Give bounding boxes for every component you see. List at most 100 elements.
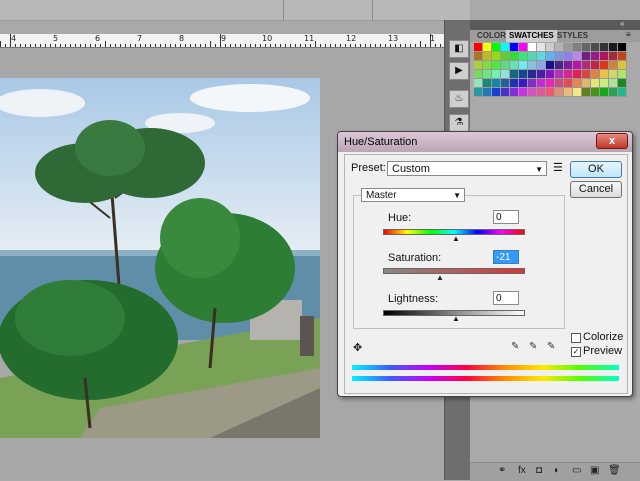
swatch[interactable]: [501, 79, 510, 88]
swatch[interactable]: [573, 70, 582, 79]
tab-swatches[interactable]: SWATCHES: [506, 30, 557, 42]
swatch[interactable]: [492, 88, 501, 97]
swatch[interactable]: [483, 43, 492, 52]
tab-color[interactable]: COLOR: [474, 30, 509, 42]
swatch[interactable]: [582, 43, 591, 52]
swatch[interactable]: [564, 70, 573, 79]
swatch[interactable]: [618, 79, 627, 88]
swatch[interactable]: [591, 88, 600, 97]
adjustment-icon[interactable]: ◐: [554, 465, 560, 476]
swatch[interactable]: [582, 70, 591, 79]
swatch[interactable]: [582, 79, 591, 88]
swatch[interactable]: [600, 52, 609, 61]
swatch[interactable]: [474, 52, 483, 61]
saturation-slider-thumb[interactable]: ▲: [436, 273, 444, 282]
swatch[interactable]: [564, 52, 573, 61]
swatch[interactable]: [528, 52, 537, 61]
swatch[interactable]: [591, 79, 600, 88]
tab-styles[interactable]: STYLES: [554, 30, 591, 42]
swatch[interactable]: [546, 70, 555, 79]
swatch[interactable]: [519, 61, 528, 70]
swatch[interactable]: [546, 88, 555, 97]
swatch[interactable]: [483, 61, 492, 70]
swatch[interactable]: [501, 70, 510, 79]
swatch[interactable]: [510, 79, 519, 88]
swatch[interactable]: [600, 43, 609, 52]
clone-source-icon[interactable]: ⚗: [449, 114, 469, 132]
swatch[interactable]: [618, 88, 627, 97]
history-icon[interactable]: ◧: [449, 40, 469, 58]
brush-preset-icon[interactable]: ♨: [449, 90, 469, 108]
hue-input[interactable]: 0: [493, 210, 519, 224]
swatch[interactable]: [483, 70, 492, 79]
swatch[interactable]: [537, 52, 546, 61]
swatch[interactable]: [591, 43, 600, 52]
swatch[interactable]: [492, 43, 501, 52]
swatch[interactable]: [474, 70, 483, 79]
swatch[interactable]: [537, 79, 546, 88]
swatch[interactable]: [555, 52, 564, 61]
swatch[interactable]: [492, 70, 501, 79]
swatch[interactable]: [618, 61, 627, 70]
preset-options-icon[interactable]: ☰: [553, 161, 563, 174]
actions-icon[interactable]: ▶: [449, 62, 469, 80]
eyedropper-icon[interactable]: ✎: [511, 341, 519, 352]
swatch[interactable]: [609, 61, 618, 70]
swatch[interactable]: [591, 52, 600, 61]
targeted-adjustment-icon[interactable]: ✥: [353, 341, 362, 354]
swatch[interactable]: [564, 88, 573, 97]
mask-icon[interactable]: ◘: [536, 465, 542, 476]
panel-menu-icon[interactable]: ≡: [626, 30, 631, 39]
swatch[interactable]: [618, 70, 627, 79]
collapse-icon[interactable]: «: [620, 19, 624, 28]
swatch[interactable]: [609, 79, 618, 88]
swatch[interactable]: [528, 61, 537, 70]
swatch[interactable]: [510, 61, 519, 70]
trash-icon[interactable]: 🗑: [608, 465, 621, 476]
eyedropper-minus-icon[interactable]: ✎: [547, 341, 555, 352]
swatch[interactable]: [546, 61, 555, 70]
swatch[interactable]: [582, 88, 591, 97]
swatch[interactable]: [519, 79, 528, 88]
swatch[interactable]: [537, 43, 546, 52]
swatch[interactable]: [519, 88, 528, 97]
swatch[interactable]: [555, 88, 564, 97]
fx-icon[interactable]: fx: [518, 465, 526, 476]
swatch[interactable]: [492, 61, 501, 70]
swatch[interactable]: [546, 79, 555, 88]
swatch[interactable]: [537, 70, 546, 79]
swatch[interactable]: [528, 70, 537, 79]
swatch[interactable]: [528, 43, 537, 52]
lightness-input[interactable]: 0: [493, 291, 519, 305]
swatch[interactable]: [546, 43, 555, 52]
swatch[interactable]: [474, 43, 483, 52]
swatch[interactable]: [573, 52, 582, 61]
swatch[interactable]: [573, 61, 582, 70]
swatch[interactable]: [510, 88, 519, 97]
swatch[interactable]: [474, 61, 483, 70]
swatch[interactable]: [555, 70, 564, 79]
swatch[interactable]: [510, 43, 519, 52]
swatch[interactable]: [591, 61, 600, 70]
swatch[interactable]: [537, 61, 546, 70]
swatch[interactable]: [474, 79, 483, 88]
swatch[interactable]: [492, 52, 501, 61]
horizontal-ruler[interactable]: 4 5 6 7 8 9 10 11 12 13 1: [0, 34, 444, 48]
eyedropper-plus-icon[interactable]: ✎: [529, 341, 537, 352]
link-icon[interactable]: ⚭: [498, 465, 506, 476]
swatch[interactable]: [564, 61, 573, 70]
swatch[interactable]: [600, 61, 609, 70]
saturation-slider[interactable]: [383, 268, 525, 274]
swatch-grid[interactable]: [474, 43, 627, 99]
swatch[interactable]: [474, 88, 483, 97]
swatch[interactable]: [537, 88, 546, 97]
swatch[interactable]: [501, 52, 510, 61]
swatch[interactable]: [600, 88, 609, 97]
swatch[interactable]: [582, 61, 591, 70]
swatch[interactable]: [600, 70, 609, 79]
swatch[interactable]: [519, 52, 528, 61]
document-image[interactable]: [0, 78, 320, 438]
swatch[interactable]: [618, 52, 627, 61]
close-button[interactable]: x: [596, 133, 628, 149]
colorize-checkbox[interactable]: [571, 333, 581, 343]
